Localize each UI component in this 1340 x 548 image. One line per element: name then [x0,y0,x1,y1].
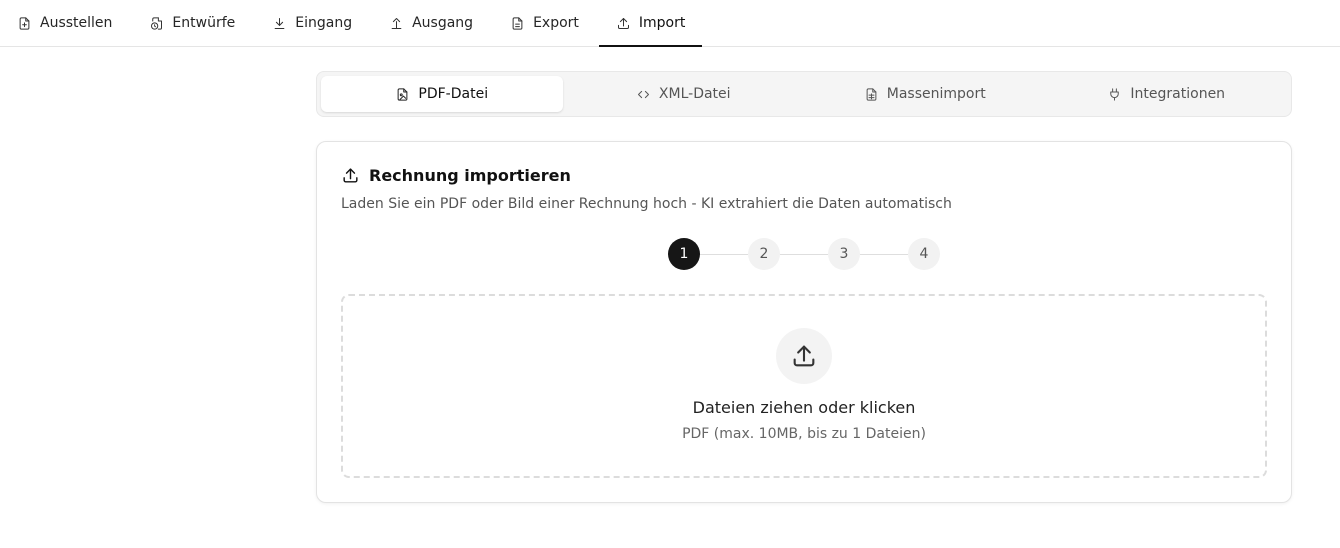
file-image-icon [398,87,408,101]
tab-massenimport[interactable]: Massenimport [804,76,1046,112]
file-dropzone[interactable]: Dateien ziehen oder klicken PDF (max. 10… [341,294,1267,478]
tab-label: Integrationen [1130,86,1226,102]
dropzone-hint: PDF (max. 10MB, bis zu 1 Dateien) [682,426,926,442]
file-spreadsheet-icon [866,87,877,101]
step-connector [780,253,828,255]
step-connector [700,253,748,255]
import-type-tabs: PDF-Datei XML-Datei Massenimport Integra… [316,71,1292,117]
dropzone-title: Dateien ziehen oder klicken [692,398,916,417]
nav-item-entwuerfe[interactable]: Entwürfe [149,0,252,46]
nav-item-label: Import [638,15,686,31]
step-2: 2 [748,238,780,270]
nav-item-eingang[interactable]: Eingang [272,0,369,46]
nav-item-ausstellen[interactable]: Ausstellen [17,0,129,46]
import-card: Rechnung importieren Laden Sie ein PDF o… [316,141,1292,503]
code-icon [637,90,649,98]
tab-pdf-datei[interactable]: PDF-Datei [321,76,563,112]
download-icon [274,17,285,29]
file-clock-icon [151,16,163,30]
nav-item-label: Export [533,15,579,31]
step-4: 4 [908,238,940,270]
step-3: 3 [828,238,860,270]
card-title: Rechnung importieren [341,166,571,185]
stepper: 1 2 3 4 [668,238,940,270]
nav-item-label: Ausstellen [40,15,113,31]
nav-item-import[interactable]: Import [598,0,703,47]
nav-item-export[interactable]: Export [510,0,596,46]
file-text-icon [512,16,523,30]
tab-label: XML-Datei [658,86,731,102]
nav-item-label: Eingang [295,15,353,31]
top-navigation: Ausstellen Entwürfe Eingang Ausgang Expo… [0,0,1340,47]
step-connector [860,253,908,255]
card-subtitle: Laden Sie ein PDF oder Bild einer Rechnu… [341,196,952,212]
dropzone-icon-circle [776,328,832,384]
tab-xml-datei[interactable]: XML-Datei [563,76,805,112]
tab-label: PDF-Datei [418,86,489,102]
card-title-text: Rechnung importieren [369,166,571,185]
file-plus-icon [19,16,30,30]
tab-integrationen[interactable]: Integrationen [1046,76,1288,112]
nav-item-label: Ausgang [412,15,474,31]
tab-label: Massenimport [886,86,986,102]
nav-item-label: Entwürfe [172,15,236,31]
upload-icon [793,345,815,367]
upload-icon [343,168,358,183]
nav-item-ausgang[interactable]: Ausgang [389,0,490,46]
step-1: 1 [668,238,700,270]
plug-icon [1110,87,1120,101]
upload-icon [391,17,402,29]
upload-icon [617,17,629,29]
